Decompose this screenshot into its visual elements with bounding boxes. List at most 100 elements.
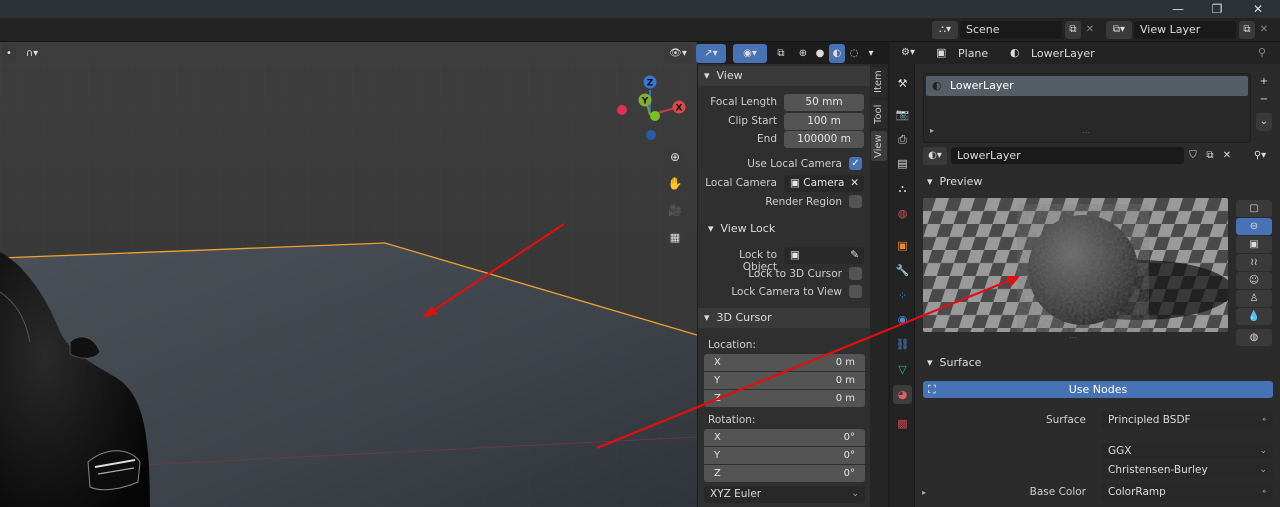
view-layer-icon[interactable]: ▤ (893, 154, 912, 173)
material-slot-row[interactable]: ◐ LowerLayer (926, 76, 1248, 96)
local-camera-field[interactable]: ▣ Camera ✕ (784, 175, 864, 192)
shading-wireframe-icon[interactable]: ⊕ (795, 44, 811, 63)
clip-end-field[interactable]: 100000 m (784, 131, 864, 148)
expand-triangle-icon[interactable]: ▸ (930, 126, 934, 135)
view-layer-browse-icon[interactable]: ⧉▾ (1106, 21, 1132, 39)
cursor-rotation-y[interactable]: Y 0° (704, 447, 865, 464)
cursor-rotation-x[interactable]: X 0° (704, 429, 865, 446)
constraints-icon[interactable]: ⛓ (893, 335, 912, 354)
base-color-field[interactable]: ColorRamp ∘ (1102, 484, 1273, 501)
scene-browse-icon[interactable]: ⛬▾ (932, 21, 958, 39)
view-layer-name-field[interactable]: View Layer (1134, 21, 1236, 39)
output-icon[interactable]: ⎙ (893, 130, 912, 149)
view-lock-header[interactable]: ▾ View Lock (698, 219, 871, 239)
breadcrumb-material: LowerLayer (1031, 47, 1095, 60)
preview-cloth-icon[interactable]: ♙ (1236, 290, 1272, 307)
shading-rendered-icon[interactable]: ◌ (846, 44, 862, 63)
fake-user-shield-icon[interactable]: ⛉ (1186, 147, 1200, 165)
svg-text:✋: ✋ (668, 177, 683, 191)
view-panel-header[interactable]: ▾ View (698, 66, 871, 86)
lock-camera-checkbox[interactable] (849, 285, 862, 298)
material-slot-list[interactable]: ◐ LowerLayer ▸ ⋯ (923, 73, 1251, 143)
lock-to-object-field[interactable]: ▣ ✎ (784, 247, 864, 264)
expand-triangle-icon[interactable]: ▸ (922, 488, 926, 497)
slot-specials-icon[interactable]: ⌄ (1256, 113, 1272, 131)
delete-view-layer-icon[interactable]: ✕ (1257, 21, 1271, 39)
physics-icon[interactable]: ◉ (893, 310, 912, 329)
object-data-icon[interactable]: ▽ (893, 360, 912, 379)
tool-icon[interactable]: ⚒ (893, 74, 912, 93)
preview-hair-icon[interactable]: ≀≀ (1236, 254, 1272, 271)
restore-button[interactable]: ❐ (1205, 1, 1229, 17)
eyedropper-icon[interactable]: ✎ (850, 247, 859, 264)
preview-sphere-icon[interactable]: ⊖ (1236, 218, 1272, 235)
texture-icon[interactable]: ▩ (893, 414, 912, 433)
overlay-toggle-icon[interactable]: ◉▾ (733, 44, 767, 63)
world-icon[interactable]: ◍ (893, 204, 912, 223)
3d-viewport[interactable]: Z X Y ⊕ ✋ 🎥 ▦ (0, 42, 697, 507)
scene-icon[interactable]: ⛬ (893, 179, 912, 198)
use-nodes-button[interactable]: ⛶ Use Nodes (923, 381, 1273, 398)
material-browse-icon[interactable]: ◐▾ (923, 147, 947, 165)
new-scene-icon[interactable]: ⧉ (1065, 21, 1081, 39)
material-properties-icon[interactable]: ◕ (893, 385, 912, 404)
editor-type-icon[interactable]: • (2, 44, 16, 63)
particles-icon[interactable]: ⁘ (893, 286, 912, 305)
modifier-wrench-icon[interactable]: 🔧 (893, 261, 912, 280)
preview-cube-icon[interactable]: ▣ (1236, 236, 1272, 253)
preview-panel-header[interactable]: ▾ Preview (915, 171, 1265, 193)
remove-slot-icon[interactable]: − (1256, 91, 1272, 109)
preview-flat-icon[interactable]: ▢ (1236, 200, 1272, 217)
delete-scene-icon[interactable]: ✕ (1083, 21, 1097, 39)
render-icon[interactable]: 📷 (893, 105, 912, 124)
axis-label: Y (714, 375, 721, 386)
subsurface-method-dropdown[interactable]: Christensen-Burley ⌄ (1102, 462, 1273, 479)
lock-to-cursor-checkbox[interactable] (849, 267, 862, 280)
shading-material-icon[interactable]: ◐ (829, 44, 845, 63)
use-local-camera-checkbox[interactable]: ✓ (849, 157, 862, 170)
render-region-checkbox[interactable] (849, 195, 862, 208)
material-name-field[interactable]: LowerLayer (951, 147, 1184, 164)
preview-world-icon[interactable]: ◍ (1236, 329, 1272, 346)
distribution-dropdown[interactable]: GGX ⌄ (1102, 443, 1273, 460)
cursor-location-z[interactable]: Z 0 m (704, 390, 865, 407)
preview-resize-icon[interactable]: ⋯ (1069, 333, 1077, 342)
clip-start-field[interactable]: 100 m (784, 113, 864, 130)
cursor-rotation-z[interactable]: Z 0° (704, 465, 865, 482)
tab-view[interactable]: View (871, 131, 887, 161)
falloff-curve-icon[interactable]: ∩▾ (19, 44, 45, 63)
clear-camera-icon[interactable]: ✕ (850, 175, 859, 192)
object-icon: ▣ (790, 249, 800, 261)
tab-item[interactable]: Item (871, 67, 887, 97)
cursor-location-y[interactable]: Y 0 m (704, 372, 865, 389)
xray-icon[interactable]: ⧉ (773, 44, 789, 63)
axis-label: X (714, 357, 721, 368)
visibility-eye-icon[interactable]: 👁▾ (664, 44, 692, 63)
minimize-button[interactable]: — (1166, 1, 1190, 17)
node-tree-icon: ⛶ (928, 383, 936, 396)
preview-monkey-icon[interactable]: ☺ (1236, 272, 1272, 289)
surface-shader-field[interactable]: Principled BSDF ∘ (1102, 412, 1273, 429)
pin-icon[interactable]: ⚲ (1258, 46, 1266, 59)
shading-solid-icon[interactable]: ● (812, 44, 828, 63)
gizmo-toggle-icon[interactable]: ↗▾ (696, 44, 726, 63)
unlink-material-icon[interactable]: ✕ (1220, 147, 1234, 165)
preview-fluid-icon[interactable]: 💧 (1236, 308, 1272, 325)
resize-handle-icon[interactable]: ⋯ (1082, 128, 1090, 137)
node-link-icon[interactable]: ⚲▾ (1246, 147, 1274, 165)
cursor-panel-header[interactable]: ▾ 3D Cursor (698, 308, 871, 328)
cursor-location-x[interactable]: X 0 m (704, 354, 865, 371)
duplicate-material-icon[interactable]: ⧉ (1203, 147, 1217, 165)
sidebar-tabs: Item Tool View (870, 64, 888, 507)
surface-panel-header[interactable]: ▾ Surface (915, 352, 1265, 374)
properties-editor-icon[interactable]: ⚙▾ (896, 44, 920, 62)
object-properties-icon[interactable]: ▣ (893, 236, 912, 255)
tab-tool[interactable]: Tool (871, 100, 887, 128)
new-view-layer-icon[interactable]: ⧉ (1239, 21, 1255, 39)
close-button[interactable]: ✕ (1246, 1, 1270, 17)
scene-name-field[interactable]: Scene (960, 21, 1062, 39)
focal-length-field[interactable]: 50 mm (784, 94, 864, 111)
add-slot-icon[interactable]: + (1256, 73, 1272, 91)
shading-dropdown-icon[interactable]: ▾ (864, 44, 878, 63)
rotation-mode-dropdown[interactable]: XYZ Euler ⌄ (704, 486, 865, 503)
